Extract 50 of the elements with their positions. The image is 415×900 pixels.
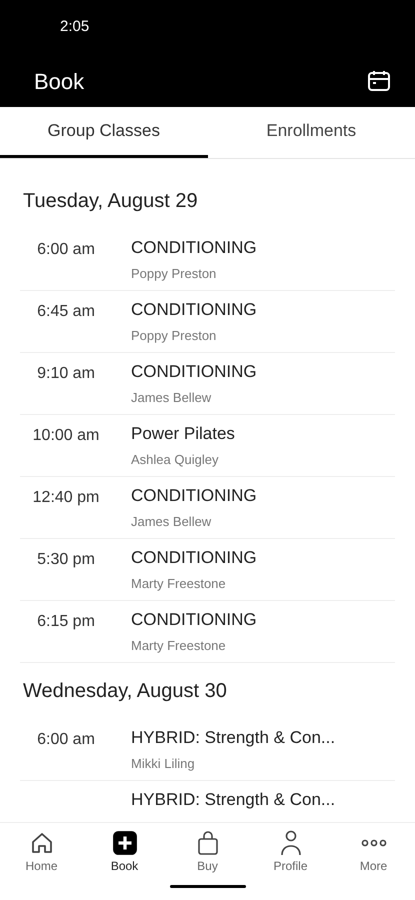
status-time: 2:05 <box>60 17 90 38</box>
class-time: 9:10 am <box>37 364 95 384</box>
class-row[interactable]: 12:40 pm CONDITIONING James Bellew <box>20 477 395 539</box>
instructor-name: James Bellew <box>131 388 212 406</box>
class-time: 6:45 am <box>37 302 95 322</box>
class-title: CONDITIONING <box>131 237 257 259</box>
class-time: 10:00 am <box>32 426 100 446</box>
instructor-name: James Bellew <box>131 512 212 530</box>
class-title: CONDITIONING <box>131 299 257 321</box>
class-time: 6:00 am <box>37 240 95 260</box>
class-title: CONDITIONING <box>131 547 257 569</box>
header-title: Book <box>34 68 84 96</box>
class-time: 12:40 pm <box>32 488 100 508</box>
day-heading: Wednesday, August 30 <box>22 679 228 704</box>
calendar-icon[interactable] <box>367 70 391 92</box>
class-title: Power Pilates <box>131 423 235 445</box>
nav-tab[interactable]: Profile <box>256 829 326 875</box>
class-row[interactable]: 6:00 am HYBRID: Strength & Con... Mikki Liling <box>20 719 395 781</box>
shopping-bag-icon <box>196 830 220 856</box>
class-time: 6:00 am <box>37 730 95 750</box>
nav-tab[interactable]: Book <box>90 829 160 875</box>
nav-tab[interactable]: Buy <box>172 829 242 875</box>
class-time: 6:15 pm <box>37 612 95 632</box>
class-title: HYBRID: Strength & Con... <box>131 789 336 811</box>
class-title: HYBRID: Strength & Con... <box>131 727 336 749</box>
day-heading: Tuesday, August 29 <box>22 189 199 214</box>
nav-tab[interactable]: Home <box>6 829 76 875</box>
class-row[interactable]: 5:30 pm CONDITIONING Marty Freestone <box>20 539 395 601</box>
class-row[interactable]: 6:45 am CONDITIONING Poppy Preston <box>20 291 395 353</box>
person-icon <box>278 830 302 856</box>
more-icon <box>360 839 386 847</box>
tab[interactable]: Enrollments <box>208 107 415 158</box>
instructor-name: Poppy Preston <box>131 326 218 345</box>
instructor-name: Mikki Liling <box>131 754 196 773</box>
instructor-name: Poppy Preston <box>131 264 218 283</box>
class-title: CONDITIONING <box>131 485 257 507</box>
instructor-name: Ashlea Quigley <box>131 450 220 469</box>
class-row[interactable]: 10:00 am Power Pilates Ashlea Quigley <box>20 415 395 477</box>
class-title: CONDITIONING <box>131 361 257 383</box>
instructor-name: Marty Freestone <box>131 636 227 655</box>
instructor-name: Marty Freestone <box>131 574 227 593</box>
home-icon <box>30 831 54 855</box>
class-row[interactable]: 6:00 am CONDITIONING Poppy Preston <box>20 229 395 291</box>
class-time: 5:30 pm <box>37 550 95 570</box>
plus-icon <box>112 830 138 856</box>
class-row[interactable]: 9:10 am CONDITIONING James Bellew <box>20 353 395 415</box>
nav-tab[interactable]: More <box>338 829 408 875</box>
class-title: CONDITIONING <box>131 609 257 631</box>
tab[interactable]: Group Classes <box>0 107 208 158</box>
class-row[interactable]: 6:15 pm CONDITIONING Marty Freestone <box>20 601 395 663</box>
